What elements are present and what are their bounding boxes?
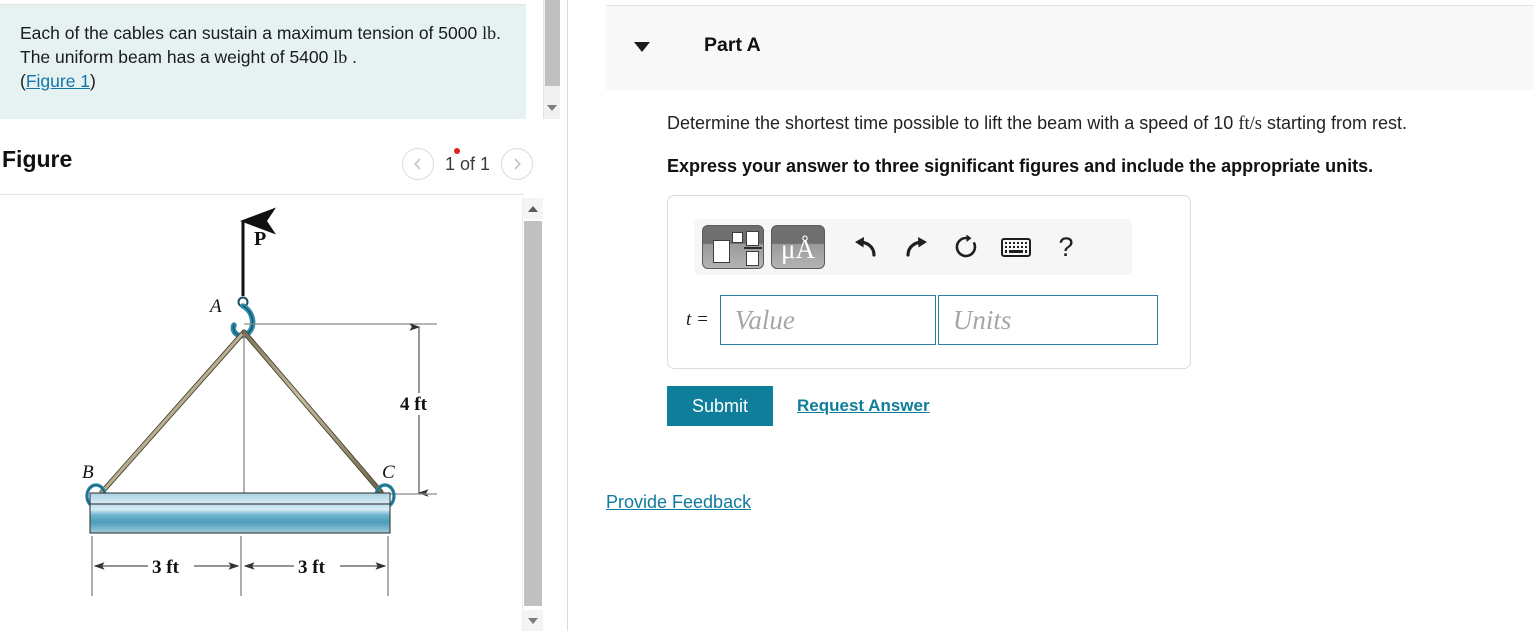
figure-prev-button[interactable] (401, 148, 434, 180)
submit-button[interactable]: Submit (667, 386, 773, 426)
part-a-title: Part A (704, 34, 761, 56)
keyboard-icon[interactable] (991, 225, 1041, 269)
part-a-instruction: Express your answer to three significant… (667, 156, 1374, 176)
question-unit-2: lb (333, 47, 348, 67)
prompt-unit: ft/s (1238, 114, 1262, 134)
figure-link-close-paren: ) (90, 71, 96, 91)
question-scrollbar[interactable] (543, 0, 560, 119)
right-panel: Part A Determine the shortest time possi… (569, 0, 1534, 631)
reset-circular-arrow-icon[interactable] (941, 225, 991, 269)
question-text-part3: . (347, 47, 357, 67)
question-scrollbar-thumb[interactable] (545, 0, 560, 86)
notification-dot-icon (453, 147, 460, 154)
figure-header: Figure 1 of 1 (0, 140, 543, 195)
figure-1-link[interactable]: Figure 1 (26, 71, 90, 91)
prompt-text-post: starting from rest. (1261, 113, 1407, 133)
answer-input-row: t = (686, 295, 1158, 345)
question-mark-icon[interactable]: ? (1041, 225, 1091, 269)
svg-text:P: P (254, 228, 266, 250)
answer-entry-box: μÅ ? t = Value Units (667, 195, 1191, 369)
provide-feedback-link[interactable]: Provide Feedback (606, 492, 751, 513)
chevron-down-icon (547, 105, 557, 111)
figure-navigation: 1 of 1 (401, 147, 533, 180)
caret-down-icon[interactable] (634, 42, 650, 52)
help-label: ? (1058, 231, 1074, 262)
figure-scrollbar-thumb[interactable] (524, 221, 542, 606)
figure-image: P A 4 ft B C 3 ft 3 ft (0, 196, 522, 631)
micro-angstrom-units-icon[interactable]: μÅ (771, 225, 825, 269)
part-a-prompt: Determine the shortest time possible to … (667, 113, 1407, 135)
value-input[interactable] (719, 295, 936, 345)
figure-counter: 1 of 1 (443, 147, 492, 175)
question-scroll-down-button[interactable] (544, 97, 560, 119)
svg-text:B: B (82, 462, 94, 483)
question-statement-box: Each of the cables can sustain a maximum… (0, 4, 526, 119)
chevron-down-icon (528, 617, 538, 624)
figure-scroll-down-button[interactable] (523, 610, 543, 631)
svg-text:4 ft: 4 ft (400, 394, 428, 415)
problem-page: Each of the cables can sustain a maximum… (0, 0, 1534, 631)
chevron-right-icon (514, 158, 521, 170)
figure-counter-text: 1 of 1 (444, 153, 490, 174)
svg-text:A: A (208, 296, 222, 317)
question-text: Each of the cables can sustain a maximum… (20, 21, 508, 93)
left-panel: Each of the cables can sustain a maximum… (0, 0, 568, 631)
answer-toolbar: μÅ ? (694, 219, 1132, 275)
figure-scroll-up-button[interactable] (523, 198, 543, 219)
figure-next-button[interactable] (501, 148, 533, 180)
prompt-text-pre: Determine the shortest time possible to … (667, 113, 1239, 133)
request-answer-link[interactable]: Request Answer (797, 396, 930, 416)
units-input[interactable] (937, 295, 1158, 345)
chevron-up-icon (528, 205, 538, 212)
figure-scrollbar[interactable] (522, 198, 543, 631)
svg-text:3 ft: 3 ft (298, 557, 326, 578)
variable-label: t = (686, 309, 709, 330)
figure-title: Figure (2, 146, 73, 172)
undo-arrow-icon[interactable] (841, 225, 891, 269)
chevron-left-icon (414, 158, 421, 170)
math-template-icon[interactable] (702, 225, 764, 269)
figure-divider (0, 194, 524, 195)
question-unit-1: lb (482, 23, 497, 43)
svg-text:3 ft: 3 ft (152, 557, 180, 578)
redo-arrow-icon[interactable] (891, 225, 941, 269)
question-text-part1: Each of the cables can sustain a maximum… (20, 23, 483, 43)
beam-cable-diagram: P A 4 ft B C 3 ft 3 ft (82, 207, 444, 596)
part-a-header[interactable]: Part A (606, 5, 1534, 90)
svg-text:C: C (382, 462, 395, 483)
